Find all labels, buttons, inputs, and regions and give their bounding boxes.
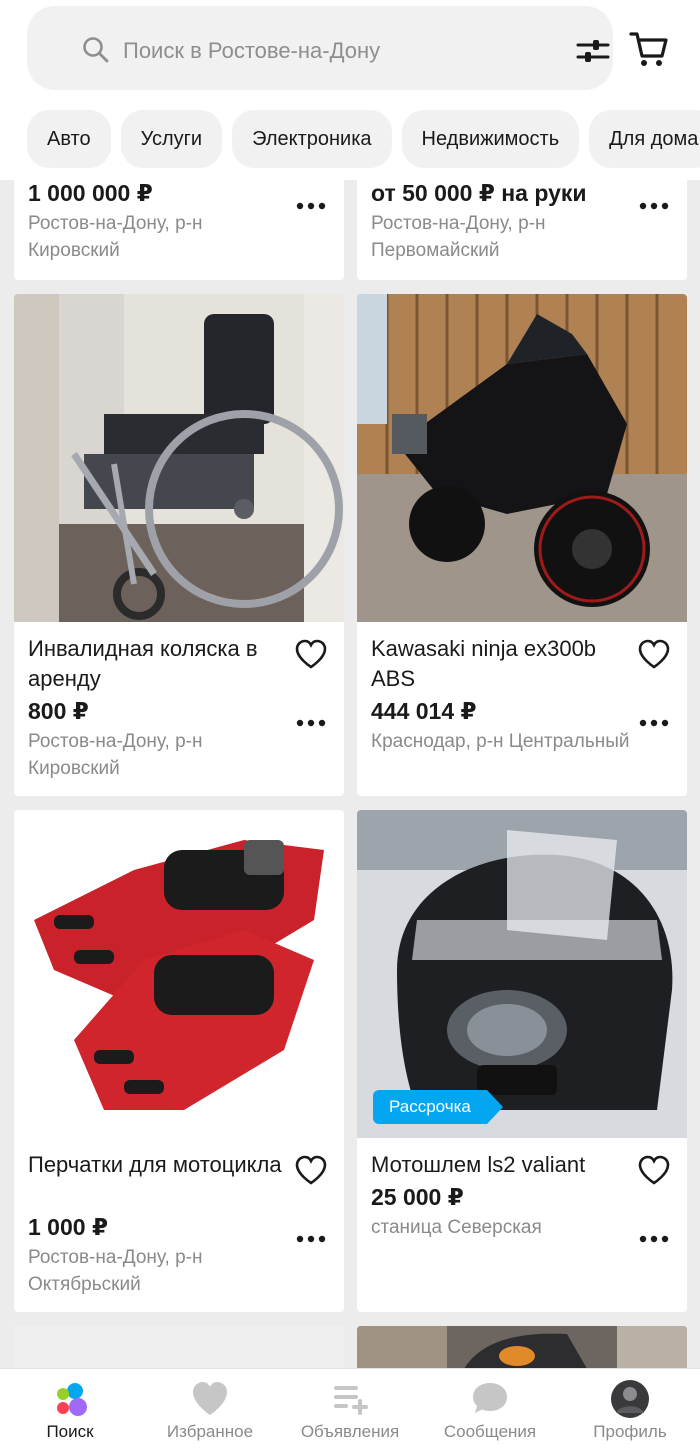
nav-label-messages: Сообщения: [443, 1422, 537, 1441]
category-chip-services[interactable]: Услуги: [120, 110, 223, 168]
listing-price: 800 ₽: [28, 698, 89, 724]
listing-location: Ростов-на-Дону, р-н Кировский: [28, 213, 203, 261]
listing-card[interactable]: Рассрочка Мотошлем ls2 valiant 25 000 ₽ …: [357, 810, 687, 1312]
heart-icon: [193, 1382, 227, 1415]
more-options-icon[interactable]: [296, 1235, 326, 1243]
more-options-icon[interactable]: [296, 719, 326, 727]
nav-label-favorites: Избранное: [166, 1422, 254, 1441]
listing-photo-gloves[interactable]: [14, 810, 344, 1138]
category-chip-home[interactable]: Для дома: [589, 110, 700, 168]
nav-item-profile[interactable]: Профиль: [560, 1369, 700, 1450]
listing-card[interactable]: Инвалидная коляска в аренду 800 ₽ Ростов…: [14, 294, 344, 796]
search-icon: [83, 37, 109, 63]
more-options-icon[interactable]: [639, 1235, 669, 1243]
cart-icon[interactable]: [628, 28, 670, 70]
nav-item-search[interactable]: Поиск: [0, 1369, 140, 1450]
listing-location: станица Северская: [371, 1217, 542, 1238]
listing-location: Ростов-на-Дону, р-н Октябрьский: [28, 1247, 203, 1295]
nav-label-profile: Профиль: [593, 1422, 667, 1441]
listing-title: Инвалидная коляска в аренду: [28, 636, 258, 691]
more-options-icon[interactable]: [639, 202, 669, 210]
listing-photo[interactable]: [14, 1326, 344, 1368]
listing-location: Ростов-на-Дону, р-н Первомайский: [371, 213, 546, 261]
avatar-icon: [611, 1380, 649, 1418]
search-input[interactable]: Поиск в Ростове-на-Дону: [27, 6, 613, 90]
search-placeholder: Поиск в Ростове-на-Дону: [123, 38, 381, 63]
listing-card[interactable]: Kawasaki ninja ex300b ABS 444 014 ₽ Крас…: [357, 294, 687, 796]
nav-label-search: Поиск: [46, 1422, 94, 1441]
favorite-heart-icon[interactable]: [637, 1154, 671, 1186]
listing-price: 1 000 000 ₽: [28, 180, 153, 206]
listing-card[interactable]: Перчатки для мотоцикла 1 000 ₽ Ростов-на…: [14, 810, 344, 1312]
listing-card[interactable]: от 50 000 ₽ на руки Ростов-на-Дону, р-н …: [357, 180, 687, 280]
nav-item-ads[interactable]: Объявления: [280, 1369, 420, 1450]
listing-photo-helmet[interactable]: [357, 810, 687, 1138]
chat-icon: [473, 1383, 507, 1413]
listing-location: Краснодар, р-н Центральный: [371, 731, 630, 752]
favorite-heart-icon[interactable]: [294, 1154, 328, 1186]
listing-title: Мотошлем ls2 valiant: [371, 1152, 586, 1177]
category-chip-electronics[interactable]: Электроника: [232, 110, 392, 168]
listing-price: 1 000 ₽: [28, 1214, 108, 1240]
listing-card[interactable]: [357, 1326, 687, 1368]
listing-title: Перчатки для мотоцикла: [28, 1152, 282, 1177]
nav-item-messages[interactable]: Сообщения: [420, 1369, 560, 1450]
filter-icon[interactable]: [576, 36, 610, 66]
more-options-icon[interactable]: [639, 719, 669, 727]
favorite-heart-icon[interactable]: [294, 638, 328, 670]
ads-add-icon: [334, 1386, 368, 1415]
listing-photo-motorcycle[interactable]: [357, 294, 687, 622]
listing-photo[interactable]: [357, 1326, 687, 1368]
bottom-navigation: Поиск Избранное Объявления Сообщения Про…: [0, 1368, 700, 1450]
listings-feed[interactable]: 1 000 000 ₽ Ростов-на-Дону, р-н Кировски…: [0, 180, 700, 1368]
nav-item-favorites[interactable]: Избранное: [140, 1369, 280, 1450]
search-logo-icon: [57, 1383, 87, 1416]
listing-price: 444 014 ₽: [371, 698, 477, 724]
listing-card[interactable]: [14, 1326, 344, 1368]
category-chips: Авто Услуги Электроника Недвижимость Для…: [27, 110, 700, 168]
listing-title: Kawasaki ninja ex300b ABS: [371, 636, 597, 691]
category-chip-auto[interactable]: Авто: [27, 110, 111, 168]
top-header: Поиск в Ростове-на-Дону Авто Услуги Элек…: [0, 0, 700, 180]
listing-location: Ростов-на-Дону, р-н Кировский: [28, 731, 203, 779]
nav-label-ads: Объявления: [300, 1422, 400, 1441]
listing-price: 25 000 ₽: [371, 1184, 464, 1210]
listing-price: от 50 000 ₽ на руки: [371, 180, 587, 206]
category-chip-realty[interactable]: Недвижимость: [401, 110, 580, 168]
listing-card[interactable]: 1 000 000 ₽ Ростов-на-Дону, р-н Кировски…: [14, 180, 344, 280]
more-options-icon[interactable]: [296, 202, 326, 210]
installment-badge: Рассрочка: [373, 1090, 503, 1124]
listing-photo-wheelchair[interactable]: [14, 294, 344, 622]
favorite-heart-icon[interactable]: [637, 638, 671, 670]
